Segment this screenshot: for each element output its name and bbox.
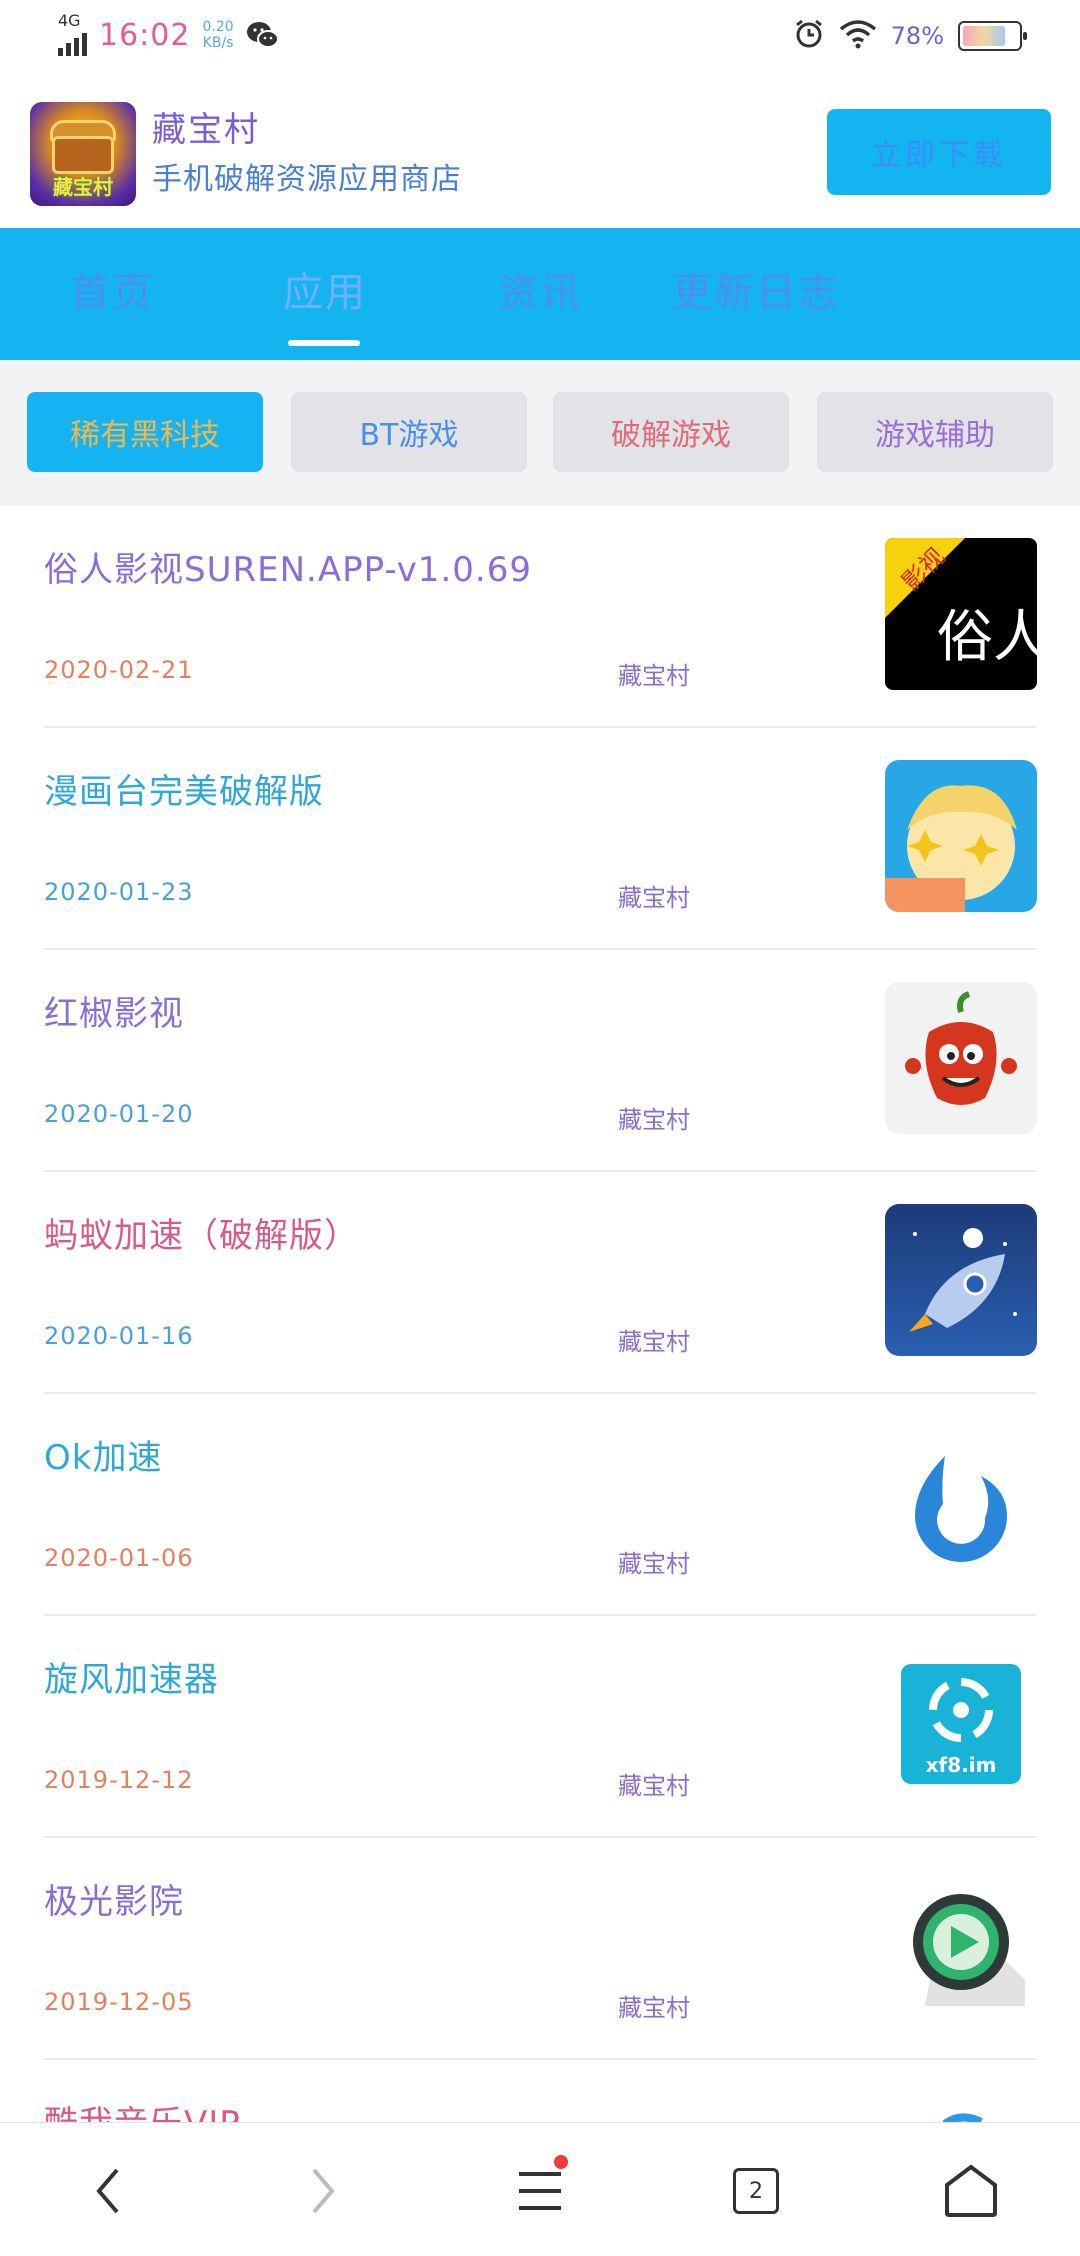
rocket-icon[interactable] (885, 1204, 1037, 1356)
xuanfeng-icon-text: xf8.im (926, 1753, 997, 1777)
list-item[interactable]: Ok加速 2020-01-06 藏宝村 (0, 1394, 1080, 1616)
battery-fill (963, 26, 1006, 46)
menu-icon[interactable] (510, 2155, 570, 2221)
app-date: 2020-02-21 (44, 656, 194, 684)
clock: 16:02 (99, 17, 191, 53)
notification-dot (554, 2155, 568, 2169)
app-date: 2020-01-23 (44, 878, 194, 906)
app-source: 藏宝村 (618, 1772, 690, 1800)
app-title[interactable]: 红椒影视 (44, 986, 184, 1035)
browser-bottom-bar: 2 (0, 2122, 1080, 2256)
category-game-assist[interactable]: 游戏辅助 (817, 392, 1053, 472)
play-icon[interactable] (885, 1870, 1037, 2022)
app-source: 藏宝村 (618, 1994, 690, 2022)
nav-item-apps[interactable]: 应用 (283, 260, 367, 318)
app-source: 藏宝村 (618, 662, 690, 690)
list-item[interactable]: 旋风加速器 2019-12-12 藏宝村 xf8.im (0, 1616, 1080, 1838)
chest-body (52, 136, 114, 174)
list-item[interactable]: 极光影院 2019-12-05 藏宝村 (0, 1838, 1080, 2060)
status-bar: 4G 16:02 0.20 KB/s 78% (0, 0, 1080, 72)
suren-icon[interactable]: 影视 俗人 (885, 538, 1037, 690)
ok-drop-icon[interactable] (885, 1426, 1037, 1578)
app-date: 2020-01-20 (44, 1100, 194, 1128)
app-logo[interactable]: 藏宝村 (30, 102, 136, 206)
app-date: 2019-12-05 (44, 1988, 194, 2016)
wechat-icon (246, 20, 280, 50)
list-item[interactable]: 俗人影视SUREN.APP-v1.0.69 2020-02-21 藏宝村 影视 … (0, 506, 1080, 728)
battery-icon (958, 21, 1027, 51)
nav-item-home[interactable]: 首页 (70, 260, 154, 318)
category-rare-tech[interactable]: 稀有黑科技 (27, 392, 263, 472)
suren-icon-text: 俗人 (937, 605, 1037, 670)
tabs-button[interactable]: 2 (726, 2161, 786, 2221)
app-title[interactable]: Ok加速 (44, 1430, 162, 1479)
tabs-count: 2 (733, 2168, 779, 2214)
wifi-icon (839, 19, 877, 53)
app-name: 藏宝村 (152, 110, 260, 150)
list-item[interactable]: 红椒影视 2020-01-20 藏宝村 (0, 950, 1080, 1172)
app-date: 2020-01-06 (44, 1544, 194, 1572)
category-bar: 稀有黑科技 BT游戏 破解游戏 游戏辅助 (0, 360, 1080, 506)
alarm-icon (793, 18, 825, 54)
network-type: 4G (58, 11, 81, 30)
category-cracked-games[interactable]: 破解游戏 (553, 392, 789, 472)
forward-icon[interactable] (293, 2161, 353, 2221)
back-icon[interactable] (78, 2161, 138, 2221)
pepper-icon[interactable] (885, 982, 1037, 1134)
app-date: 2019-12-12 (44, 1766, 194, 1794)
app-source: 藏宝村 (618, 1328, 690, 1356)
nav-item-news[interactable]: 资讯 (498, 260, 582, 318)
app-source: 藏宝村 (618, 1550, 690, 1578)
nav-item-changelog[interactable]: 更新日志 (672, 260, 840, 318)
list-item[interactable]: 漫画台完美破解版 2020-01-23 藏宝村 (0, 728, 1080, 950)
battery-percent: 78% (890, 22, 944, 50)
app-tagline: 手机破解资源应用商店 (152, 162, 462, 197)
list-item[interactable]: 蚂蚁加速（破解版） 2020-01-16 藏宝村 (0, 1172, 1080, 1394)
app-title[interactable]: 俗人影视SUREN.APP-v1.0.69 (44, 542, 532, 591)
xuanfeng-icon[interactable]: xf8.im (885, 1648, 1037, 1800)
logo-text: 藏宝村 (53, 175, 113, 199)
download-button[interactable]: 立即下载 (827, 109, 1051, 195)
app-title[interactable]: 蚂蚁加速（破解版） (44, 1208, 359, 1257)
app-title[interactable]: 漫画台完美破解版 (44, 764, 324, 813)
app-title[interactable]: 极光影院 (44, 1874, 184, 1923)
app-title[interactable]: 旋风加速器 (44, 1652, 219, 1701)
app-header: 藏宝村 藏宝村 手机破解资源应用商店 立即下载 (0, 72, 1080, 228)
app-source: 藏宝村 (618, 884, 690, 912)
category-bt-games[interactable]: BT游戏 (291, 392, 527, 472)
nav-active-indicator (288, 340, 360, 346)
home-icon[interactable] (941, 2161, 1001, 2221)
manhuatai-icon[interactable] (885, 760, 1037, 912)
network-speed: 0.20 KB/s (202, 19, 234, 51)
signal-icon (58, 28, 87, 56)
main-nav: 首页 应用 资讯 更新日志 (0, 228, 1080, 360)
app-source: 藏宝村 (618, 1106, 690, 1134)
app-date: 2020-01-16 (44, 1322, 194, 1350)
